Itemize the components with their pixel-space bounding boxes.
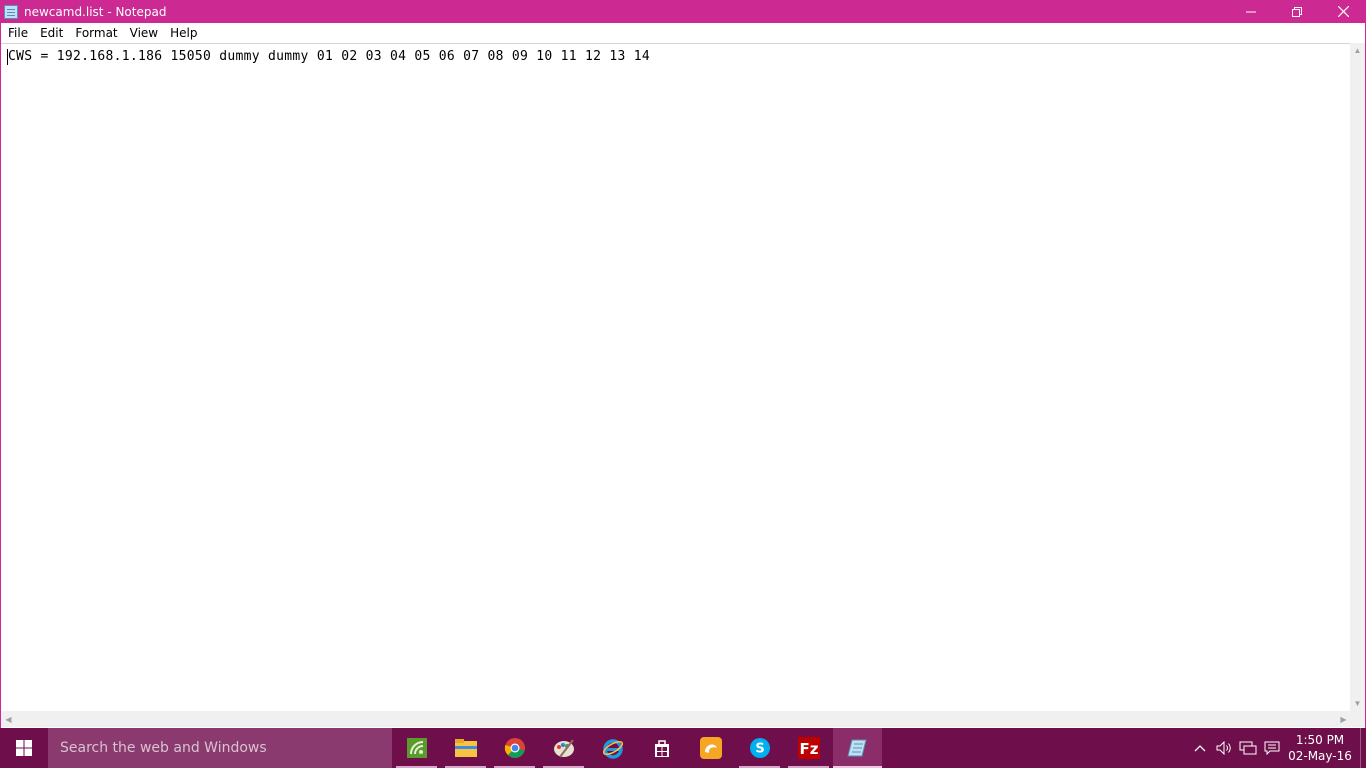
taskbar-app-file-explorer[interactable] xyxy=(441,728,490,768)
menu-view[interactable]: View xyxy=(124,23,164,43)
store-icon xyxy=(654,740,669,757)
network-app-icon xyxy=(406,738,427,758)
scroll-right-icon[interactable]: ▶ xyxy=(1336,711,1351,727)
menu-edit[interactable]: Edit xyxy=(34,23,69,43)
taskbar: Search the web and Windows S Fz 1:50 PM … xyxy=(0,728,1366,768)
taskbar-app-skype[interactable]: S xyxy=(735,728,784,768)
restore-button[interactable] xyxy=(1274,0,1320,23)
horizontal-scrollbar[interactable]: ◀ ▶ xyxy=(1,711,1351,727)
skype-icon: S xyxy=(749,738,770,758)
text-editor[interactable]: CWS = 192.168.1.186 15050 dummy dummy 01… xyxy=(1,43,1351,711)
action-center-icon[interactable] xyxy=(1260,728,1284,768)
window-title: newcamd.list - Notepad xyxy=(24,4,167,19)
taskbar-app-internet-explorer[interactable] xyxy=(588,728,637,768)
window-controls xyxy=(1228,0,1366,23)
filezilla-icon: Fz xyxy=(797,737,820,759)
editor-content[interactable]: CWS = 192.168.1.186 15050 dummy dummy 01… xyxy=(8,49,650,64)
start-button[interactable] xyxy=(0,728,48,768)
taskbar-apps: S Fz xyxy=(392,728,882,768)
search-input[interactable]: Search the web and Windows xyxy=(48,728,392,768)
volume-icon[interactable] xyxy=(1212,728,1236,768)
chrome-icon xyxy=(504,738,525,758)
clock-time: 1:50 PM xyxy=(1295,733,1345,747)
taskbar-app-store[interactable] xyxy=(637,728,686,768)
restore-icon xyxy=(1292,6,1302,17)
tray-chevron-up-icon[interactable] xyxy=(1188,728,1212,768)
notepad-icon xyxy=(846,739,867,757)
notepad-window: File Edit Format View Help CWS = 192.168… xyxy=(0,23,1366,728)
vertical-scrollbar[interactable]: ▲ ▼ xyxy=(1350,43,1365,711)
scrollbar-corner xyxy=(1350,711,1365,727)
scroll-up-icon[interactable]: ▲ xyxy=(1350,43,1365,58)
network-icon[interactable] xyxy=(1236,728,1260,768)
uc-browser-icon xyxy=(699,737,722,759)
search-placeholder: Search the web and Windows xyxy=(60,740,267,756)
system-tray: 1:50 PM 02-May-16 xyxy=(1188,728,1366,768)
menu-format[interactable]: Format xyxy=(69,23,123,43)
taskbar-app-paint[interactable] xyxy=(539,728,588,768)
svg-text:S: S xyxy=(755,742,764,757)
taskbar-app-notepad[interactable] xyxy=(833,728,882,768)
menu-bar: File Edit Format View Help xyxy=(1,23,1365,43)
close-button[interactable] xyxy=(1320,0,1366,23)
minimize-icon xyxy=(1246,11,1256,12)
windows-logo-icon xyxy=(16,740,32,756)
menu-file[interactable]: File xyxy=(1,23,34,43)
internet-explorer-icon xyxy=(602,739,623,759)
taskbar-app-chrome[interactable] xyxy=(490,728,539,768)
title-bar[interactable]: newcamd.list - Notepad xyxy=(0,0,1366,23)
taskbar-app-uc-browser[interactable] xyxy=(686,728,735,768)
clock[interactable]: 1:50 PM 02-May-16 xyxy=(1284,732,1356,764)
taskbar-app-network[interactable] xyxy=(392,728,441,768)
notepad-icon xyxy=(4,4,18,19)
scroll-left-icon[interactable]: ◀ xyxy=(1,711,16,727)
taskbar-app-filezilla[interactable]: Fz xyxy=(784,728,833,768)
close-icon xyxy=(1337,6,1349,17)
scroll-down-icon[interactable]: ▼ xyxy=(1350,696,1365,711)
svg-text:Fz: Fz xyxy=(799,740,818,758)
file-explorer-icon xyxy=(454,739,477,757)
paint-icon xyxy=(553,739,574,758)
menu-help[interactable]: Help xyxy=(164,23,203,43)
show-desktop-button[interactable] xyxy=(1360,728,1366,768)
minimize-button[interactable] xyxy=(1228,0,1274,23)
clock-date: 02-May-16 xyxy=(1288,749,1352,763)
